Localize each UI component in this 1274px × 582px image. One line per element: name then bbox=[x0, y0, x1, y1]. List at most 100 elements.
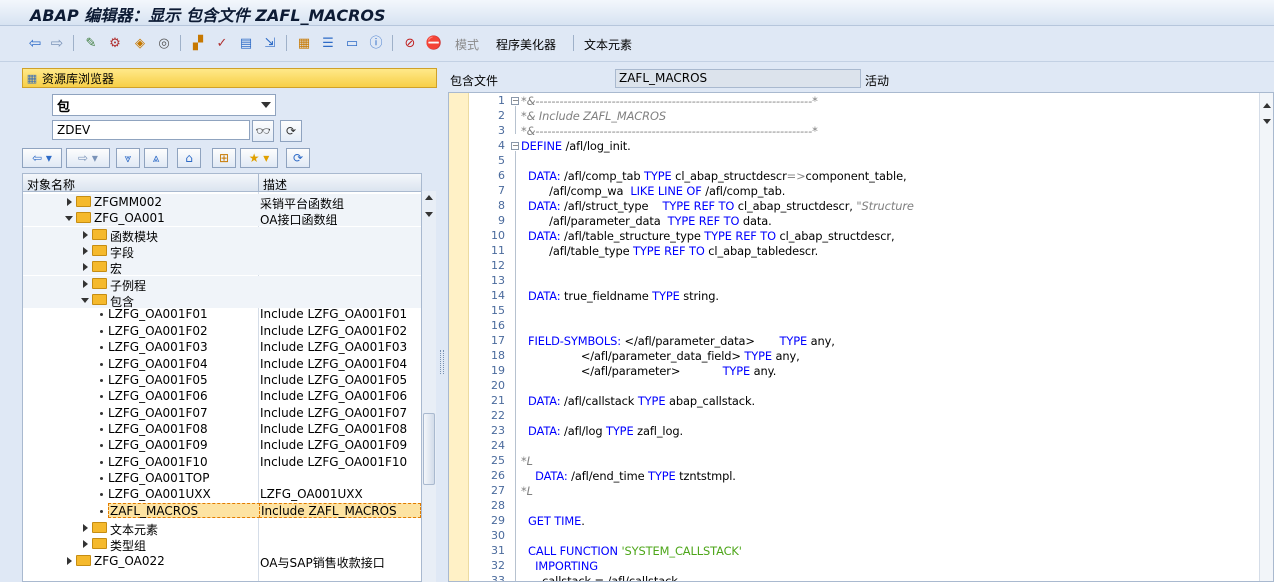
display-button[interactable]: 👓︎ bbox=[252, 120, 274, 142]
hierarchy-button[interactable]: ⊞ bbox=[212, 148, 236, 168]
column-header-desc[interactable]: 描述 bbox=[263, 176, 287, 193]
code-line[interactable]: DEFINE /afl/log_init. bbox=[521, 139, 631, 153]
tree-node-name[interactable]: LZFG_OA001F02 bbox=[108, 324, 208, 338]
code-line[interactable]: IMPORTING bbox=[521, 559, 598, 573]
code-line[interactable]: DATA: /afl/callstack TYPE abap_callstack… bbox=[521, 394, 755, 408]
back-arrow-icon[interactable]: ⇦ bbox=[26, 34, 44, 52]
repository-browser-header[interactable]: ▦ 资源库浏览器 bbox=[22, 68, 437, 88]
tree-row[interactable]: ZFG_OA022 OA与SAP销售收款接口 bbox=[23, 553, 421, 570]
tree-row[interactable]: 类型组 bbox=[23, 536, 421, 553]
tree-row[interactable]: LZFG_OA001F08 Include LZFG_OA001F08 bbox=[23, 421, 421, 437]
code-line[interactable]: callstack = /afl/callstack bbox=[521, 574, 678, 581]
expand-all-button[interactable]: ⩔ bbox=[116, 148, 140, 168]
tree-row[interactable]: LZFG_OA001F06 Include LZFG_OA001F06 bbox=[23, 388, 421, 404]
code-line[interactable]: GET TIME. bbox=[521, 514, 585, 528]
mode-button[interactable]: 模式 bbox=[455, 36, 479, 53]
collapsed-node-icon[interactable] bbox=[67, 198, 72, 206]
scroll-up-icon[interactable] bbox=[1263, 103, 1271, 108]
tree-row[interactable]: LZFG_OA001F02 Include LZFG_OA001F02 bbox=[23, 323, 421, 339]
editor-margin[interactable] bbox=[449, 93, 469, 581]
collapsed-node-icon[interactable] bbox=[83, 230, 88, 239]
editor-scrollbar[interactable] bbox=[1259, 93, 1273, 581]
collapsed-node-icon[interactable] bbox=[83, 263, 88, 272]
tree-row[interactable]: LZFG_OA001F03 Include LZFG_OA001F03 bbox=[23, 339, 421, 355]
tree-node-name[interactable]: LZFG_OA001F08 bbox=[108, 422, 208, 436]
navigation-window-icon[interactable]: ▦ bbox=[295, 34, 313, 52]
tree-node-name[interactable]: LZFG_OA001F10 bbox=[108, 455, 208, 469]
code-editor[interactable]: 1 *&-------------------------------------… bbox=[448, 92, 1274, 582]
tree-row[interactable]: LZFG_OA001UXX LZFG_OA001UXX bbox=[23, 486, 421, 502]
expanded-node-icon[interactable] bbox=[65, 216, 73, 222]
info-icon[interactable]: ⓘ bbox=[367, 34, 385, 52]
text-elements-button[interactable]: 文本元素 bbox=[584, 36, 632, 53]
scroll-down-icon[interactable] bbox=[1263, 119, 1271, 124]
tree-node-name[interactable]: LZFG_OA001F05 bbox=[108, 373, 208, 387]
tree-row[interactable]: 函数模块 bbox=[23, 226, 421, 244]
collapsed-node-icon[interactable] bbox=[67, 556, 72, 565]
favorites-button[interactable]: ★ ▾ bbox=[240, 148, 278, 168]
where-used-icon[interactable]: ◎ bbox=[155, 34, 173, 52]
code-line[interactable]: DATA: /afl/struct_type TYPE REF TO cl_ab… bbox=[521, 199, 914, 213]
collapsed-node-icon[interactable] bbox=[83, 279, 88, 288]
tree-node-name[interactable]: LZFG_OA001F09 bbox=[108, 438, 208, 452]
code-line[interactable]: FIELD-SYMBOLS: </afl/parameter_data> TYP… bbox=[521, 334, 835, 348]
column-header-name[interactable]: 对象名称 bbox=[27, 176, 75, 193]
tree-row[interactable]: LZFG_OA001F01 Include LZFG_OA001F01 bbox=[23, 306, 421, 322]
fold-toggle-icon[interactable]: − bbox=[511, 142, 519, 150]
help-icon[interactable]: ▭ bbox=[343, 34, 361, 52]
tree-node-name[interactable]: ZFGMM002 bbox=[94, 195, 162, 209]
tree-row[interactable]: 子例程 bbox=[23, 275, 421, 293]
code-line[interactable]: DATA: /afl/log TYPE zafl_log. bbox=[521, 424, 683, 438]
scroll-thumb[interactable] bbox=[423, 413, 435, 485]
code-line[interactable]: DATA: /afl/end_time TYPE tzntstmpl. bbox=[521, 469, 736, 483]
move-icon[interactable]: ☰ bbox=[319, 34, 337, 52]
check-icon[interactable]: ✓ bbox=[213, 34, 231, 52]
object-type-select[interactable]: 包 bbox=[52, 94, 276, 116]
tree-node-name[interactable]: LZFG_OA001F03 bbox=[108, 340, 208, 354]
tree-row[interactable]: ZFGMM002 采销平台函数组 bbox=[23, 194, 421, 211]
tree-row[interactable]: LZFG_OA001F05 Include LZFG_OA001F05 bbox=[23, 372, 421, 388]
code-line[interactable]: *L bbox=[521, 484, 533, 498]
tree-row[interactable]: ZFG_OA001 OA接口函数组 bbox=[23, 210, 421, 227]
scroll-up-icon[interactable] bbox=[425, 195, 433, 200]
next-object-button[interactable]: ⇨ ▾ bbox=[66, 148, 110, 168]
code-line[interactable]: </afl/parameter> TYPE any. bbox=[521, 364, 776, 378]
display-object-icon[interactable]: ▤ bbox=[237, 34, 255, 52]
tree-node-name[interactable]: ZAFL_MACROS bbox=[108, 502, 260, 518]
code-line[interactable]: /afl/table_type TYPE REF TO cl_abap_tabl… bbox=[521, 244, 818, 258]
tree-row[interactable]: LZFG_OA001F09 Include LZFG_OA001F09 bbox=[23, 437, 421, 453]
object-list-icon[interactable]: ▞ bbox=[189, 34, 207, 52]
tree-row[interactable]: LZFG_OA001F04 Include LZFG_OA001F04 bbox=[23, 356, 421, 372]
splitter-grip-icon[interactable] bbox=[440, 350, 444, 374]
fold-toggle-icon[interactable]: − bbox=[511, 97, 519, 105]
debugging-icon[interactable]: ⛔ bbox=[425, 34, 443, 52]
pretty-printer-button[interactable]: 程序美化器 bbox=[496, 36, 556, 53]
code-line[interactable]: DATA: /afl/table_structure_type TYPE REF… bbox=[521, 229, 895, 243]
tree-row[interactable]: LZFG_OA001F07 Include LZFG_OA001F07 bbox=[23, 405, 421, 421]
collapsed-node-icon[interactable] bbox=[83, 540, 88, 549]
activate-icon[interactable]: ◈ bbox=[131, 34, 149, 52]
code-line[interactable]: *L bbox=[521, 454, 533, 468]
breakpoint-icon[interactable]: ⊘ bbox=[401, 34, 419, 52]
object-name-input[interactable]: ZDEV bbox=[52, 120, 250, 140]
code-line[interactable]: DATA: /afl/comp_tab TYPE cl_abap_structd… bbox=[521, 169, 907, 183]
tree-row[interactable]: 宏 bbox=[23, 259, 421, 276]
tree-row[interactable]: LZFG_OA001TOP bbox=[23, 470, 421, 486]
forward-arrow-icon[interactable]: ⇨ bbox=[48, 34, 66, 52]
tree-row[interactable]: LZFG_OA001F10 Include LZFG_OA001F10 bbox=[23, 454, 421, 470]
panel-splitter[interactable] bbox=[438, 62, 446, 582]
tree-node-name[interactable]: LZFG_OA001UXX bbox=[108, 487, 211, 501]
column-divider[interactable] bbox=[258, 174, 259, 192]
tree-node-name[interactable]: ZFG_OA001 bbox=[94, 211, 165, 225]
collapsed-node-icon[interactable] bbox=[83, 524, 88, 532]
previous-object-button[interactable]: ⇦ ▾ bbox=[22, 148, 62, 168]
toggle-display-change-icon[interactable]: ✎ bbox=[82, 34, 100, 52]
code-line[interactable]: DATA: true_fieldname TYPE string. bbox=[521, 289, 719, 303]
refresh-tree-button[interactable]: ⟳ bbox=[286, 148, 310, 168]
tree-node-name[interactable]: LZFG_OA001F01 bbox=[108, 307, 208, 321]
tree-node-name[interactable]: LZFG_OA001F04 bbox=[108, 357, 208, 371]
code-line[interactable]: /afl/comp_wa LIKE LINE OF /afl/comp_tab. bbox=[521, 184, 785, 198]
scroll-down-icon[interactable] bbox=[425, 212, 433, 217]
tree-node-name[interactable]: LZFG_OA001F06 bbox=[108, 389, 208, 403]
code-line[interactable]: CALL FUNCTION 'SYSTEM_CALLSTACK' bbox=[521, 544, 742, 558]
